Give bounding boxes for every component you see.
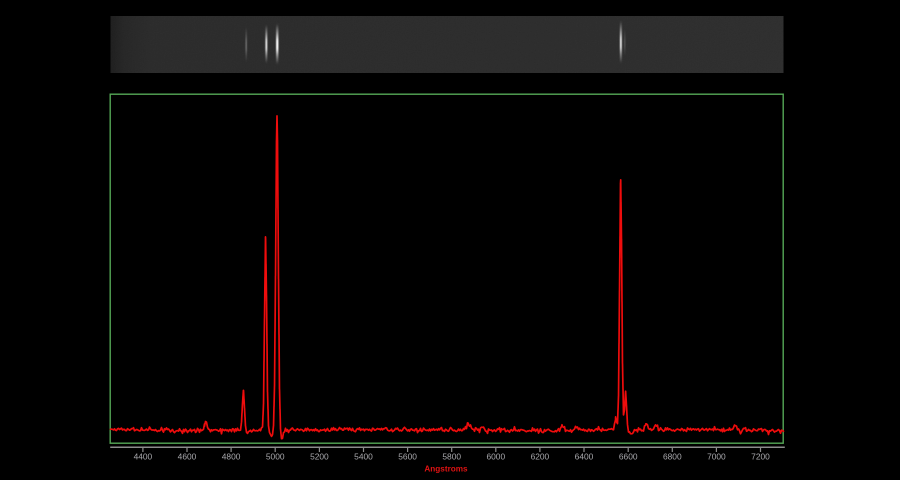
svg-text:5600: 5600: [398, 452, 417, 462]
svg-text:Angstroms: Angstroms: [424, 465, 468, 474]
svg-text:6000: 6000: [486, 452, 505, 462]
svg-text:5800: 5800: [442, 452, 461, 462]
svg-text:5000: 5000: [266, 452, 285, 462]
svg-text:7200: 7200: [751, 452, 770, 462]
svg-text:4400: 4400: [134, 452, 153, 462]
svg-text:6400: 6400: [575, 452, 594, 462]
svg-text:6800: 6800: [663, 452, 682, 462]
svg-text:4800: 4800: [222, 452, 241, 462]
svg-text:6200: 6200: [531, 452, 550, 462]
svg-text:4600: 4600: [178, 452, 197, 462]
svg-text:5200: 5200: [310, 452, 329, 462]
svg-text:7000: 7000: [707, 452, 726, 462]
svg-text:6600: 6600: [619, 452, 638, 462]
svg-text:5400: 5400: [354, 452, 373, 462]
